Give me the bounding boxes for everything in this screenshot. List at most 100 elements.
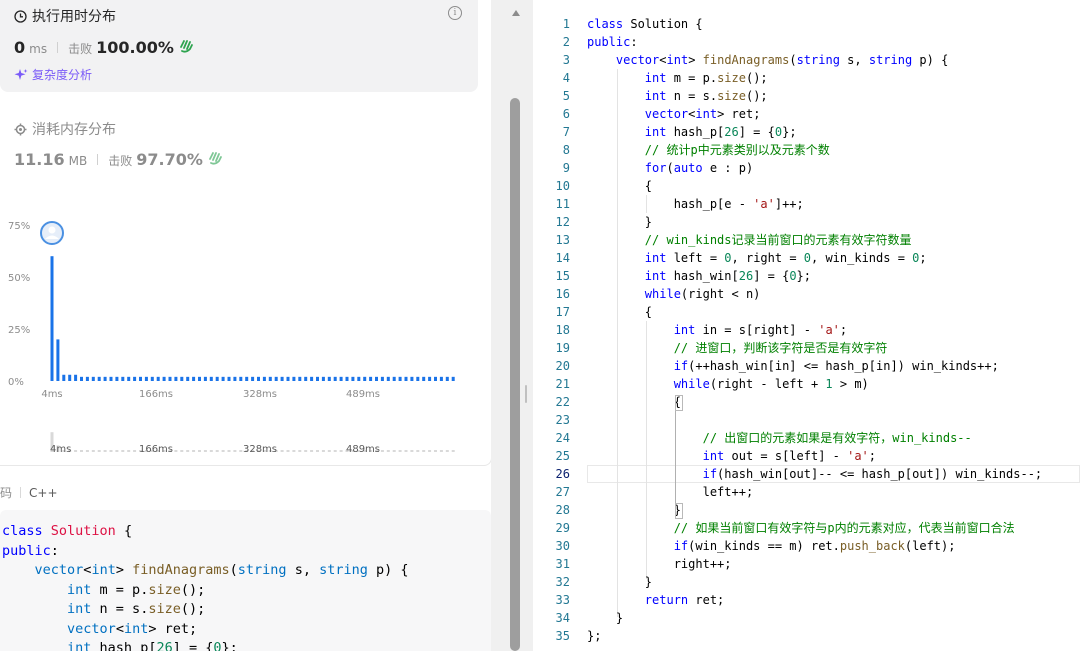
code-line[interactable]: 27 left++; xyxy=(533,483,1080,501)
distribution-bar[interactable] xyxy=(434,376,437,381)
distribution-bar[interactable] xyxy=(304,376,308,381)
distribution-bar[interactable] xyxy=(369,376,373,381)
distribution-bar[interactable] xyxy=(380,376,384,381)
distribution-bar[interactable] xyxy=(386,376,390,381)
distribution-bar[interactable] xyxy=(144,376,148,381)
distribution-bar[interactable] xyxy=(428,376,432,381)
distribution-bar[interactable] xyxy=(227,376,231,381)
memory-card[interactable]: 消耗内存分布 11.16 MB 击败 97.70% 75% 50% 25% 0% 4m… xyxy=(0,100,491,552)
distribution-bar[interactable] xyxy=(74,374,78,381)
distribution-bar[interactable] xyxy=(280,376,284,381)
distribution-bar[interactable] xyxy=(239,376,243,381)
distribution-bar[interactable] xyxy=(292,376,296,381)
distribution-bar[interactable] xyxy=(127,376,131,381)
code-line[interactable]: 9 for(auto e : p) xyxy=(533,159,1080,177)
code-line[interactable]: 28 } xyxy=(533,501,1080,519)
code-line[interactable]: 1 class Solution { xyxy=(533,15,1080,33)
distribution-bar[interactable] xyxy=(333,376,337,381)
code-line[interactable]: 23 xyxy=(533,411,1080,429)
distribution-bar[interactable] xyxy=(62,374,66,381)
distribution-bar[interactable] xyxy=(310,376,314,381)
code-line[interactable]: 7 int hash_p[26] = {0}; xyxy=(533,123,1080,141)
distribution-bar[interactable] xyxy=(91,376,95,381)
runtime-card[interactable]: 执行用时分布 i 0 ms 击败 100.00% 复杂度分析 xyxy=(0,0,478,92)
code-line[interactable]: 2 public: xyxy=(533,33,1080,51)
current-submission-avatar[interactable] xyxy=(40,221,64,245)
distribution-bar[interactable] xyxy=(162,376,166,381)
distribution-bar[interactable] xyxy=(168,376,172,381)
code-line[interactable]: 10 { xyxy=(533,177,1080,195)
distribution-bar[interactable] xyxy=(85,376,89,381)
code-line[interactable]: 4 int m = p.size(); xyxy=(533,69,1080,87)
code-line[interactable]: 18 int in = s[right] - 'a'; xyxy=(533,321,1080,339)
distribution-bar[interactable] xyxy=(233,376,237,381)
left-panel-scrollbar[interactable] xyxy=(510,98,520,651)
distribution-bar[interactable] xyxy=(416,376,420,381)
code-line[interactable]: 33 return ret; xyxy=(533,591,1080,609)
code-line[interactable]: 6 vector<int> ret; xyxy=(533,105,1080,123)
distribution-bar[interactable] xyxy=(251,376,255,381)
code-line[interactable]: 19 // 进窗口，判断该字符是否是有效字符 xyxy=(533,339,1080,357)
code-line[interactable]: 5 int n = s.size(); xyxy=(533,87,1080,105)
distribution-bar[interactable] xyxy=(262,376,266,381)
distribution-bar[interactable] xyxy=(180,376,184,381)
distribution-bar[interactable] xyxy=(321,376,325,381)
code-line[interactable]: 26 if(hash_win[out]-- <= hash_p[out]) wi… xyxy=(533,465,1080,483)
code-line[interactable]: 30 if(win_kinds == m) ret.push_back(left… xyxy=(533,537,1080,555)
distribution-bar[interactable] xyxy=(198,376,201,381)
distribution-bar[interactable] xyxy=(174,376,178,381)
runtime-distribution-chart[interactable]: 75% 50% 25% 0% 4ms 166ms 328ms 489ms xyxy=(0,100,491,465)
distribution-bar[interactable] xyxy=(103,376,107,381)
distribution-bar[interactable] xyxy=(109,376,113,381)
code-line[interactable]: 15 int hash_win[26] = {0}; xyxy=(533,267,1080,285)
distribution-bar[interactable] xyxy=(316,376,319,381)
code-line[interactable]: 20 if(++hash_win[in] <= hash_p[in]) win_… xyxy=(533,357,1080,375)
distribution-bar[interactable] xyxy=(97,376,101,381)
code-line[interactable]: 21 while(right - left + 1 > m) xyxy=(533,375,1080,393)
distribution-bar[interactable] xyxy=(392,376,396,381)
distribution-bar[interactable] xyxy=(286,376,290,381)
distribution-bar[interactable] xyxy=(345,376,349,381)
code-line[interactable]: 14 int left = 0, right = 0, win_kinds = … xyxy=(533,249,1080,267)
distribution-bar[interactable] xyxy=(192,376,196,381)
distribution-bar[interactable] xyxy=(115,376,119,381)
distribution-bar[interactable] xyxy=(422,376,426,381)
code-line[interactable]: 25 int out = s[left] - 'a'; xyxy=(533,447,1080,465)
distribution-bar[interactable] xyxy=(268,376,272,381)
distribution-bar[interactable] xyxy=(186,376,190,381)
code-line[interactable]: 3 vector<int> findAnagrams(string s, str… xyxy=(533,51,1080,69)
distribution-bar[interactable] xyxy=(404,376,408,381)
distribution-bar[interactable] xyxy=(50,256,54,381)
distribution-bar[interactable] xyxy=(80,376,83,381)
code-line[interactable]: 11 hash_p[e - 'a']++; xyxy=(533,195,1080,213)
distribution-bar[interactable] xyxy=(121,376,125,381)
distribution-bar[interactable] xyxy=(257,376,260,381)
distribution-bar[interactable] xyxy=(451,376,455,381)
distribution-bar[interactable] xyxy=(410,376,414,381)
distribution-bar[interactable] xyxy=(445,376,449,381)
distribution-bar[interactable] xyxy=(245,376,249,381)
info-icon[interactable]: i xyxy=(448,6,462,20)
distribution-bar[interactable] xyxy=(215,376,219,381)
distribution-bar[interactable] xyxy=(203,376,207,381)
distribution-bar[interactable] xyxy=(375,376,378,381)
code-line[interactable]: 8 // 统计p中元素类别以及元素个数 xyxy=(533,141,1080,159)
code-line[interactable]: 12 } xyxy=(533,213,1080,231)
complexity-analysis-link[interactable]: 复杂度分析 xyxy=(14,66,92,83)
distribution-bar[interactable] xyxy=(156,376,160,381)
code-line[interactable]: 17 { xyxy=(533,303,1080,321)
distribution-bar[interactable] xyxy=(351,376,355,381)
distribution-bar[interactable] xyxy=(274,376,278,381)
code-line[interactable]: 22 { xyxy=(533,393,1080,411)
code-line[interactable]: 16 while(right < n) xyxy=(533,285,1080,303)
distribution-bar[interactable] xyxy=(139,376,142,381)
code-line[interactable]: 13 // win_kinds记录当前窗口的元素有效字符数量 xyxy=(533,231,1080,249)
distribution-bar[interactable] xyxy=(339,376,343,381)
distribution-bar[interactable] xyxy=(298,376,302,381)
distribution-bar[interactable] xyxy=(363,376,367,381)
distribution-bar[interactable] xyxy=(439,376,443,381)
distribution-bar[interactable] xyxy=(68,374,72,381)
distribution-bar[interactable] xyxy=(398,376,402,381)
code-line[interactable]: 34 } xyxy=(533,609,1080,627)
code-line[interactable]: 29 // 如果当前窗口有效字符与p内的元素对应，代表当前窗口合法 xyxy=(533,519,1080,537)
